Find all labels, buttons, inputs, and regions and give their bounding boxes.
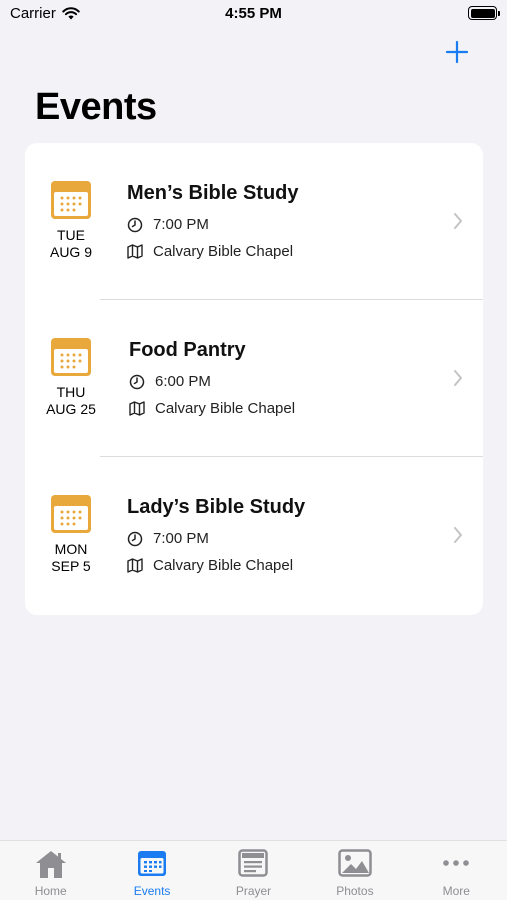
- clock-icon: [127, 531, 143, 546]
- event-time: 7:00 PM: [127, 216, 209, 233]
- plus-icon: [445, 40, 469, 64]
- chevron-right-icon: [454, 527, 462, 543]
- tab-label: Events: [133, 884, 171, 898]
- event-location-label: Calvary Bible Chapel: [153, 557, 294, 574]
- chevron-right-icon: [454, 370, 462, 386]
- events-list: TUE AUG 9 Men’s Bible Study 7:00 PM Calv…: [25, 143, 483, 615]
- calendar-icon: [51, 181, 91, 219]
- prayer-icon: [238, 849, 269, 877]
- page-title: Events: [35, 86, 157, 128]
- calendar-icon: [51, 495, 91, 533]
- chevron-right-icon: [454, 213, 462, 229]
- battery-icon: [468, 6, 500, 20]
- event-title: Food Pantry: [129, 339, 246, 361]
- event-day: THU: [56, 384, 86, 400]
- tab-more[interactable]: More: [406, 841, 507, 900]
- event-day: MON: [54, 541, 88, 557]
- tab-label: Photos: [336, 884, 374, 898]
- event-time-label: 7:00 PM: [153, 530, 209, 547]
- tab-home[interactable]: Home: [0, 841, 101, 900]
- event-day: TUE: [57, 227, 85, 243]
- tab-label: Prayer: [235, 884, 272, 898]
- event-month-day: AUG 9: [49, 244, 92, 260]
- event-location: Calvary Bible Chapel: [127, 557, 293, 574]
- home-icon: [35, 851, 66, 878]
- status-bar: Carrier 4:55 PM: [0, 0, 507, 30]
- event-title: Lady’s Bible Study: [127, 496, 306, 518]
- status-time: 4:55 PM: [225, 5, 282, 22]
- event-location: Calvary Bible Chapel: [127, 243, 293, 260]
- map-icon: [129, 401, 145, 416]
- calendar-icon: [138, 851, 167, 876]
- map-icon: [127, 244, 143, 259]
- event-date: TUE AUG 9: [39, 180, 103, 261]
- event-row[interactable]: TUE AUG 9 Men’s Bible Study 7:00 PM Calv…: [25, 143, 483, 300]
- event-date: THU AUG 25: [39, 337, 103, 418]
- event-month-day: AUG 25: [46, 401, 96, 417]
- event-time-label: 6:00 PM: [155, 373, 211, 390]
- clock-icon: [129, 374, 145, 389]
- event-title: Men’s Bible Study: [127, 182, 299, 204]
- tab-photos[interactable]: Photos: [304, 841, 405, 900]
- map-icon: [127, 558, 143, 573]
- tab-bar: Home Events Prayer Photos More: [0, 840, 507, 900]
- calendar-icon: [51, 338, 91, 376]
- add-event-button[interactable]: [443, 38, 471, 66]
- event-location-label: Calvary Bible Chapel: [153, 243, 294, 260]
- event-date: MON SEP 5: [39, 494, 103, 575]
- event-month-day: SEP 5: [51, 558, 91, 574]
- event-location-label: Calvary Bible Chapel: [155, 400, 296, 417]
- more-icon: [443, 860, 470, 866]
- event-time: 7:00 PM: [127, 530, 209, 547]
- event-row[interactable]: MON SEP 5 Lady’s Bible Study 7:00 PM Cal…: [25, 457, 483, 614]
- event-time: 6:00 PM: [129, 373, 211, 390]
- tab-events[interactable]: Events: [101, 841, 202, 900]
- event-row[interactable]: THU AUG 25 Food Pantry 6:00 PM Calvary B…: [25, 300, 483, 457]
- photo-icon: [338, 849, 372, 877]
- tab-label: More: [442, 884, 470, 898]
- clock-icon: [127, 217, 143, 232]
- tab-label: Home: [34, 884, 67, 898]
- event-time-label: 7:00 PM: [153, 216, 209, 233]
- tab-prayer[interactable]: Prayer: [203, 841, 304, 900]
- event-location: Calvary Bible Chapel: [129, 400, 295, 417]
